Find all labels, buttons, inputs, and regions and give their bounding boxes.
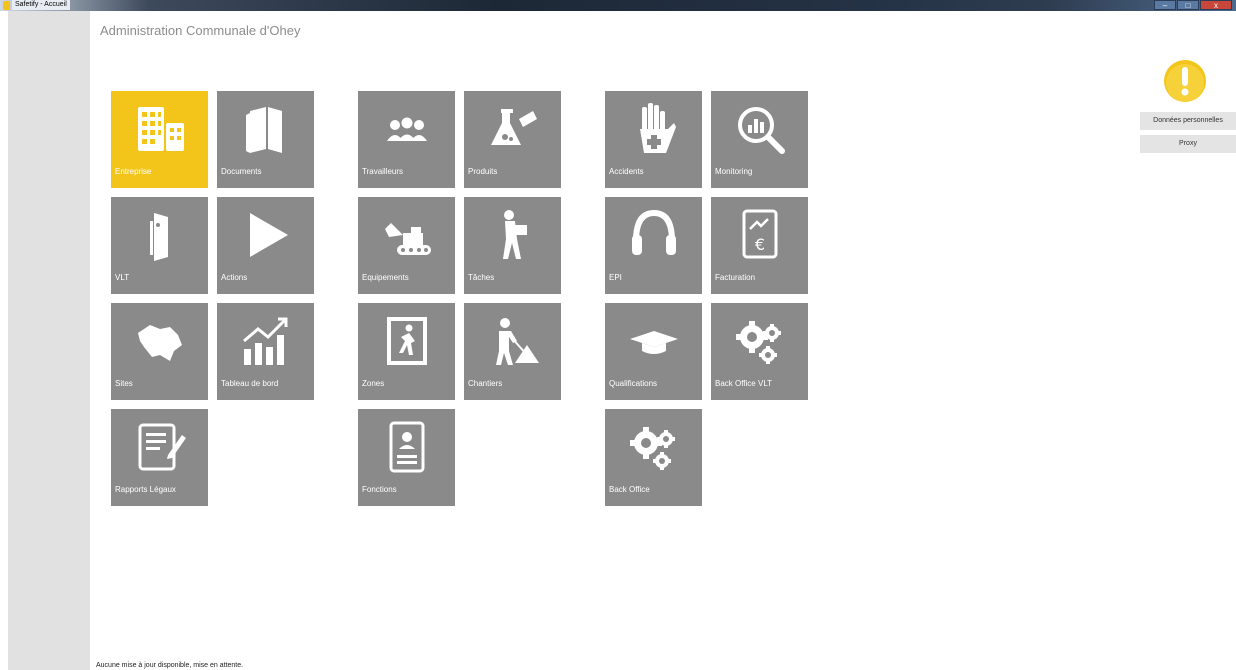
tile-label: Produits bbox=[468, 167, 498, 176]
tile-back-office-vlt[interactable]: Back Office VLT bbox=[711, 303, 808, 400]
gears-icon bbox=[730, 311, 790, 371]
chemical-flask-icon bbox=[483, 99, 543, 159]
construction-worker-icon bbox=[483, 311, 543, 371]
gears-icon bbox=[624, 417, 684, 477]
tile-label: Back Office bbox=[609, 485, 650, 494]
ear-protection-icon bbox=[624, 205, 684, 265]
tile-label: Accidents bbox=[609, 167, 644, 176]
personal-data-button[interactable]: Données personnelles bbox=[1140, 112, 1236, 130]
invoice-euro-icon: € bbox=[730, 205, 790, 265]
tile-fonctions[interactable]: Fonctions bbox=[358, 409, 455, 506]
svg-text:€: € bbox=[754, 235, 764, 254]
emergency-exit-icon bbox=[377, 311, 437, 371]
tile-label: Tâches bbox=[468, 273, 495, 282]
books-icon bbox=[236, 99, 296, 159]
tile-label: Back Office VLT bbox=[715, 379, 773, 388]
tile-accidents[interactable]: Accidents bbox=[605, 91, 702, 188]
window-titlebar: Safetify - Accueil – □ x bbox=[0, 0, 1236, 11]
app-icon bbox=[3, 1, 10, 10]
tile-facturation[interactable]: € Facturation bbox=[711, 197, 808, 294]
tile-back-office[interactable]: Back Office bbox=[605, 409, 702, 506]
magnifier-chart-icon bbox=[730, 99, 790, 159]
tile-rapports-legaux[interactable]: Rapports Légaux bbox=[111, 409, 208, 506]
tile-produits[interactable]: Produits bbox=[464, 91, 561, 188]
sidebar-bottom bbox=[8, 661, 90, 670]
tile-sites[interactable]: Sites bbox=[111, 303, 208, 400]
tile-label: Travailleurs bbox=[362, 167, 404, 176]
tile-tableau-de-bord[interactable]: Tableau de bord bbox=[217, 303, 314, 400]
window-controls: – □ x bbox=[1154, 0, 1232, 10]
tile-label: Documents bbox=[221, 167, 262, 176]
tile-label: Monitoring bbox=[715, 167, 753, 176]
tile-label: Tableau de bord bbox=[221, 379, 279, 388]
status-bar: Aucune mise à jour disponible, mise en a… bbox=[90, 661, 1236, 670]
tile-label: Equipements bbox=[362, 273, 409, 282]
tile-documents[interactable]: Documents bbox=[217, 91, 314, 188]
tile-zones[interactable]: Zones bbox=[358, 303, 455, 400]
tile-entreprise[interactable]: Entreprise bbox=[111, 91, 208, 188]
tile-label: Rapports Légaux bbox=[115, 485, 176, 494]
minimize-button[interactable]: – bbox=[1154, 0, 1176, 10]
building-icon bbox=[130, 99, 190, 159]
maximize-button[interactable]: □ bbox=[1177, 0, 1199, 10]
worker-carrying-icon bbox=[483, 205, 543, 265]
report-edit-icon bbox=[130, 417, 190, 477]
tile-label: Sites bbox=[115, 379, 133, 388]
tile-taches[interactable]: Tâches bbox=[464, 197, 561, 294]
tile-travailleurs[interactable]: Travailleurs bbox=[358, 91, 455, 188]
tile-equipements[interactable]: Equipements bbox=[358, 197, 455, 294]
proxy-button[interactable]: Proxy bbox=[1140, 135, 1236, 153]
window-title: Safetify - Accueil bbox=[12, 0, 70, 10]
tile-label: Qualifications bbox=[609, 379, 658, 388]
graduation-cap-icon bbox=[624, 311, 684, 371]
tile-vlt[interactable]: VLT bbox=[111, 197, 208, 294]
play-icon bbox=[236, 205, 296, 265]
id-card-icon bbox=[377, 417, 437, 477]
tile-qualifications[interactable]: Qualifications bbox=[605, 303, 702, 400]
excavator-icon bbox=[377, 205, 437, 265]
tile-label: Fonctions bbox=[362, 485, 397, 494]
tile-monitoring[interactable]: Monitoring bbox=[711, 91, 808, 188]
hand-injury-icon bbox=[624, 99, 684, 159]
tile-epi[interactable]: EPI bbox=[605, 197, 702, 294]
tile-label: Facturation bbox=[715, 273, 756, 282]
tile-label: Entreprise bbox=[115, 167, 152, 176]
workers-icon bbox=[377, 99, 437, 159]
tile-chantiers[interactable]: Chantiers bbox=[464, 303, 561, 400]
alert-icon[interactable] bbox=[1162, 58, 1208, 104]
tile-actions[interactable]: Actions bbox=[217, 197, 314, 294]
tile-label: Zones bbox=[362, 379, 385, 388]
left-sidebar bbox=[8, 11, 90, 661]
door-person-icon bbox=[130, 205, 190, 265]
tile-label: Actions bbox=[221, 273, 248, 282]
tile-label: VLT bbox=[115, 273, 130, 282]
tile-label: Chantiers bbox=[468, 379, 503, 388]
close-button[interactable]: x bbox=[1200, 0, 1232, 10]
growth-chart-icon bbox=[236, 311, 296, 371]
page-title: Administration Communale d'Ohey bbox=[100, 23, 301, 38]
belgium-map-icon bbox=[130, 311, 190, 371]
tile-label: EPI bbox=[609, 273, 622, 282]
